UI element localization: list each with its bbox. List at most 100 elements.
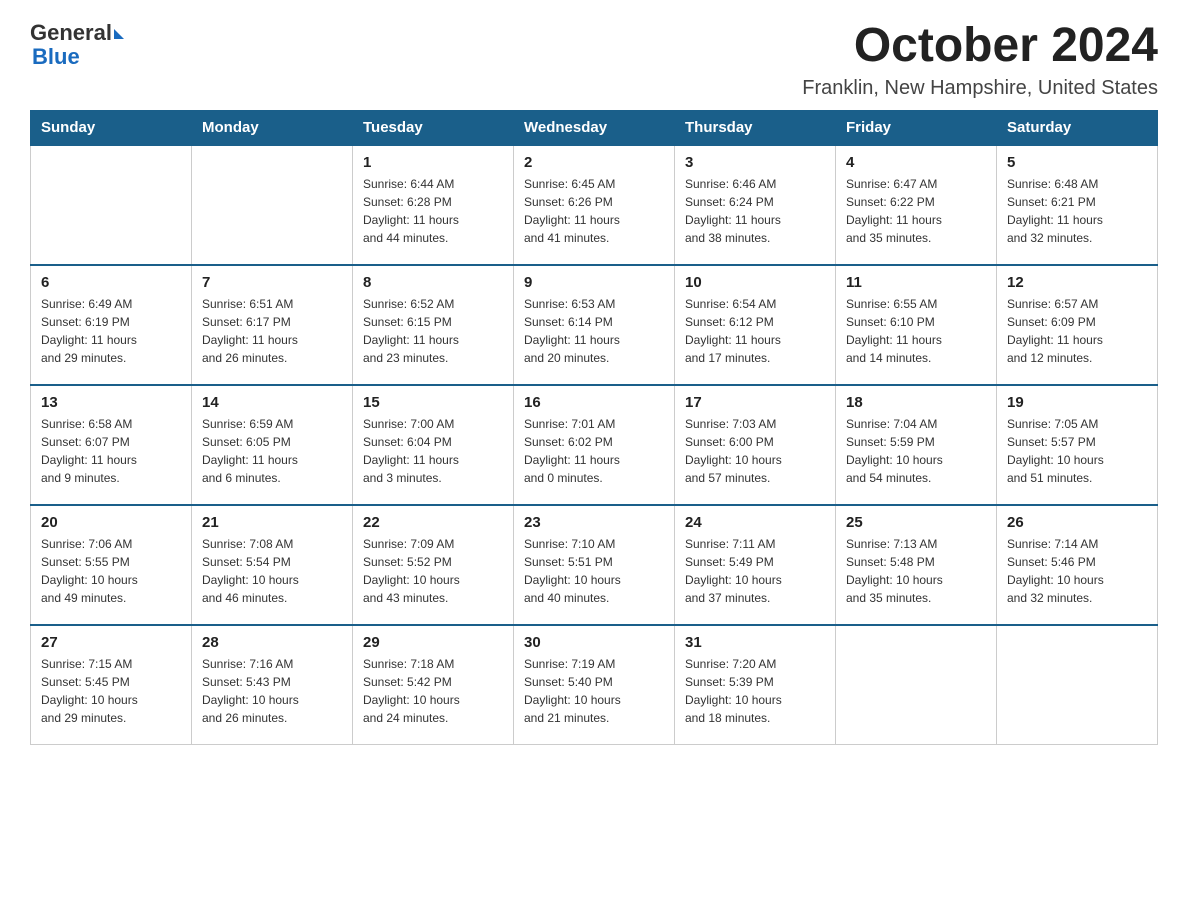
table-cell: 22 Sunrise: 7:09 AM Sunset: 5:52 PM Dayli… (353, 505, 514, 625)
table-cell (31, 145, 192, 265)
calendar-header: SundayMondayTuesdayWednesdayThursdayFrid… (31, 110, 1158, 145)
day-info: Sunrise: 6:52 AM Sunset: 6:15 PM Dayligh… (363, 295, 503, 367)
day-number: 15 (363, 394, 503, 411)
day-number: 31 (685, 634, 825, 651)
week-row-1: 1 Sunrise: 6:44 AM Sunset: 6:28 PM Daylig… (31, 145, 1158, 265)
week-row-5: 27 Sunrise: 7:15 AM Sunset: 5:45 PM Dayli… (31, 625, 1158, 745)
table-cell (836, 625, 997, 745)
day-info: Sunrise: 6:51 AM Sunset: 6:17 PM Dayligh… (202, 295, 342, 367)
logo-area: General Blue (30, 20, 124, 70)
day-info: Sunrise: 7:20 AM Sunset: 5:39 PM Dayligh… (685, 655, 825, 727)
header-wednesday: Wednesday (514, 110, 675, 145)
day-info: Sunrise: 6:55 AM Sunset: 6:10 PM Dayligh… (846, 295, 986, 367)
day-number: 8 (363, 274, 503, 291)
day-number: 19 (1007, 394, 1147, 411)
day-number: 25 (846, 514, 986, 531)
page-title: October 2024 (802, 20, 1158, 73)
day-info: Sunrise: 7:09 AM Sunset: 5:52 PM Dayligh… (363, 535, 503, 607)
calendar-body: 1 Sunrise: 6:44 AM Sunset: 6:28 PM Daylig… (31, 145, 1158, 745)
day-number: 2 (524, 154, 664, 171)
day-number: 6 (41, 274, 181, 291)
header-thursday: Thursday (675, 110, 836, 145)
day-number: 5 (1007, 154, 1147, 171)
table-cell: 9Sunrise: 6:53 AM Sunset: 6:14 PM Daylig… (514, 265, 675, 385)
day-number: 17 (685, 394, 825, 411)
day-info: Sunrise: 7:11 AM Sunset: 5:49 PM Dayligh… (685, 535, 825, 607)
day-number: 4 (846, 154, 986, 171)
table-cell: 23Sunrise: 7:10 AM Sunset: 5:51 PM Dayli… (514, 505, 675, 625)
day-number: 16 (524, 394, 664, 411)
logo: General (30, 20, 124, 46)
logo-blue-text: Blue (32, 44, 80, 70)
day-number: 1 (363, 154, 503, 171)
header-friday: Friday (836, 110, 997, 145)
table-cell: 18Sunrise: 7:04 AM Sunset: 5:59 PM Dayli… (836, 385, 997, 505)
day-number: 3 (685, 154, 825, 171)
day-info: Sunrise: 7:13 AM Sunset: 5:48 PM Dayligh… (846, 535, 986, 607)
table-cell: 15 Sunrise: 7:00 AM Sunset: 6:04 PM Dayli… (353, 385, 514, 505)
table-cell: 25 Sunrise: 7:13 AM Sunset: 5:48 PM Dayli… (836, 505, 997, 625)
day-number: 28 (202, 634, 342, 651)
day-info: Sunrise: 6:58 AM Sunset: 6:07 PM Dayligh… (41, 415, 181, 487)
table-cell: 28Sunrise: 7:16 AM Sunset: 5:43 PM Dayli… (192, 625, 353, 745)
header-saturday: Saturday (997, 110, 1158, 145)
day-info: Sunrise: 7:06 AM Sunset: 5:55 PM Dayligh… (41, 535, 181, 607)
table-cell: 1 Sunrise: 6:44 AM Sunset: 6:28 PM Daylig… (353, 145, 514, 265)
table-cell: 3Sunrise: 6:46 AM Sunset: 6:24 PM Daylig… (675, 145, 836, 265)
day-number: 22 (363, 514, 503, 531)
day-number: 27 (41, 634, 181, 651)
title-area: October 2024 Franklin, New Hampshire, Un… (802, 20, 1158, 100)
day-number: 13 (41, 394, 181, 411)
table-cell: 24Sunrise: 7:11 AM Sunset: 5:49 PM Dayli… (675, 505, 836, 625)
week-row-4: 20 Sunrise: 7:06 AM Sunset: 5:55 PM Dayli… (31, 505, 1158, 625)
table-cell: 26 Sunrise: 7:14 AM Sunset: 5:46 PM Dayli… (997, 505, 1158, 625)
day-info: Sunrise: 7:00 AM Sunset: 6:04 PM Dayligh… (363, 415, 503, 487)
table-cell: 13 Sunrise: 6:58 AM Sunset: 6:07 PM Dayli… (31, 385, 192, 505)
table-cell: 30Sunrise: 7:19 AM Sunset: 5:40 PM Dayli… (514, 625, 675, 745)
day-info: Sunrise: 7:08 AM Sunset: 5:54 PM Dayligh… (202, 535, 342, 607)
day-number: 18 (846, 394, 986, 411)
table-cell: 29 Sunrise: 7:18 AM Sunset: 5:42 PM Dayli… (353, 625, 514, 745)
table-cell: 5 Sunrise: 6:48 AM Sunset: 6:21 PM Daylig… (997, 145, 1158, 265)
table-cell: 10Sunrise: 6:54 AM Sunset: 6:12 PM Dayli… (675, 265, 836, 385)
table-cell: 8 Sunrise: 6:52 AM Sunset: 6:15 PM Daylig… (353, 265, 514, 385)
day-number: 21 (202, 514, 342, 531)
day-number: 30 (524, 634, 664, 651)
table-cell: 6Sunrise: 6:49 AM Sunset: 6:19 PM Daylig… (31, 265, 192, 385)
header-sunday: Sunday (31, 110, 192, 145)
day-info: Sunrise: 6:47 AM Sunset: 6:22 PM Dayligh… (846, 175, 986, 247)
day-number: 26 (1007, 514, 1147, 531)
table-cell: 11 Sunrise: 6:55 AM Sunset: 6:10 PM Dayli… (836, 265, 997, 385)
table-cell: 27 Sunrise: 7:15 AM Sunset: 5:45 PM Dayli… (31, 625, 192, 745)
table-cell: 19 Sunrise: 7:05 AM Sunset: 5:57 PM Dayli… (997, 385, 1158, 505)
calendar-table: SundayMondayTuesdayWednesdayThursdayFrid… (30, 110, 1158, 746)
day-info: Sunrise: 7:05 AM Sunset: 5:57 PM Dayligh… (1007, 415, 1147, 487)
day-info: Sunrise: 6:48 AM Sunset: 6:21 PM Dayligh… (1007, 175, 1147, 247)
table-cell: 2 Sunrise: 6:45 AM Sunset: 6:26 PM Daylig… (514, 145, 675, 265)
day-info: Sunrise: 7:15 AM Sunset: 5:45 PM Dayligh… (41, 655, 181, 727)
day-number: 14 (202, 394, 342, 411)
day-number: 7 (202, 274, 342, 291)
table-cell: 12Sunrise: 6:57 AM Sunset: 6:09 PM Dayli… (997, 265, 1158, 385)
table-cell (997, 625, 1158, 745)
table-cell: 16Sunrise: 7:01 AM Sunset: 6:02 PM Dayli… (514, 385, 675, 505)
day-info: Sunrise: 6:59 AM Sunset: 6:05 PM Dayligh… (202, 415, 342, 487)
day-number: 11 (846, 274, 986, 291)
day-info: Sunrise: 6:53 AM Sunset: 6:14 PM Dayligh… (524, 295, 664, 367)
day-info: Sunrise: 6:44 AM Sunset: 6:28 PM Dayligh… (363, 175, 503, 247)
day-info: Sunrise: 7:14 AM Sunset: 5:46 PM Dayligh… (1007, 535, 1147, 607)
day-number: 20 (41, 514, 181, 531)
table-cell: 31 Sunrise: 7:20 AM Sunset: 5:39 PM Dayli… (675, 625, 836, 745)
logo-arrow-icon (114, 29, 124, 39)
table-cell: 17 Sunrise: 7:03 AM Sunset: 6:00 PM Dayli… (675, 385, 836, 505)
day-number: 29 (363, 634, 503, 651)
table-cell: 20 Sunrise: 7:06 AM Sunset: 5:55 PM Dayli… (31, 505, 192, 625)
day-info: Sunrise: 7:10 AM Sunset: 5:51 PM Dayligh… (524, 535, 664, 607)
week-row-2: 6Sunrise: 6:49 AM Sunset: 6:19 PM Daylig… (31, 265, 1158, 385)
table-cell: 14 Sunrise: 6:59 AM Sunset: 6:05 PM Dayli… (192, 385, 353, 505)
day-info: Sunrise: 7:03 AM Sunset: 6:00 PM Dayligh… (685, 415, 825, 487)
day-info: Sunrise: 6:57 AM Sunset: 6:09 PM Dayligh… (1007, 295, 1147, 367)
day-info: Sunrise: 6:54 AM Sunset: 6:12 PM Dayligh… (685, 295, 825, 367)
day-info: Sunrise: 6:45 AM Sunset: 6:26 PM Dayligh… (524, 175, 664, 247)
day-info: Sunrise: 7:18 AM Sunset: 5:42 PM Dayligh… (363, 655, 503, 727)
